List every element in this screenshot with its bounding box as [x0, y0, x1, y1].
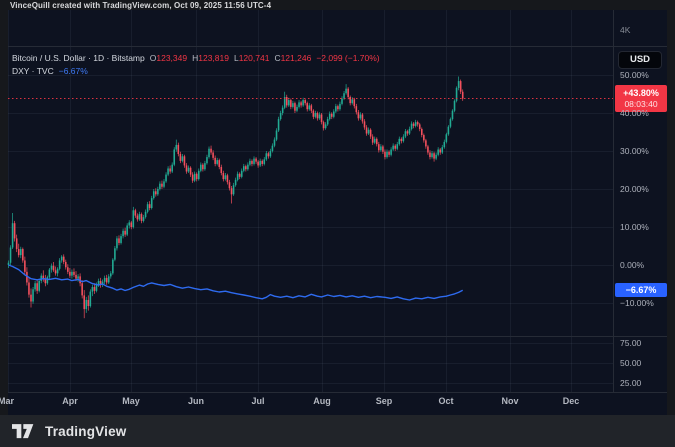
price-axis-tick: 30.00%	[620, 146, 649, 156]
volume-axis-tick: 4K	[620, 25, 630, 35]
lower-pane-axis-tick: 75.00	[620, 338, 641, 348]
time-axis-month-label: Sep	[376, 396, 393, 406]
low-value: 120,741	[239, 53, 270, 63]
price-axis-tick: 0.00%	[620, 260, 644, 270]
currency-toggle-button[interactable]: USD	[618, 51, 662, 69]
price-axis-tick: 40.00%	[620, 108, 649, 118]
symbol-title: Bitcoin / U.S. Dollar · 1D · Bitstamp	[12, 53, 145, 63]
tradingview-logo-icon[interactable]	[12, 424, 36, 439]
change-value: −2,099 (−1.70%)	[316, 53, 379, 63]
time-axis-month-label: Jun	[188, 396, 204, 406]
legend-row-btc[interactable]: Bitcoin / U.S. Dollar · 1D · BitstampO12…	[12, 52, 380, 65]
price-axis-tick: −10.00%	[620, 298, 654, 308]
tradingview-chart-widget: VinceQuill created with TradingView.com,…	[0, 0, 675, 447]
legend: Bitcoin / U.S. Dollar · 1D · BitstampO12…	[12, 52, 380, 78]
footer-bar: TradingView	[0, 415, 675, 447]
time-axis-month-label: Jul	[251, 396, 264, 406]
high-value: 123,819	[198, 53, 229, 63]
close-value: 121,246	[281, 53, 312, 63]
legend-row-dxy[interactable]: DXY · TVC −6.67%	[12, 65, 380, 78]
price-axis-tick: 10.00%	[620, 222, 649, 232]
price-axis-tick: 50.00%	[620, 70, 649, 80]
tradingview-wordmark[interactable]: TradingView	[45, 424, 126, 439]
dxy-price-badge[interactable]: −6.67%	[615, 283, 667, 297]
lower-pane-axis-tick: 25.00	[620, 378, 641, 388]
time-axis-month-label: Oct	[438, 396, 453, 406]
open-value: 123,349	[156, 53, 187, 63]
lower-pane-axis-tick: 50.00	[620, 358, 641, 368]
btc-badge-value: +43.80%	[615, 87, 667, 99]
time-axis-month-label: Mar	[0, 396, 14, 406]
time-axis-month-label: Aug	[313, 396, 331, 406]
time-axis[interactable]: MarAprMayJunJulAugSepOctNovDec	[8, 392, 613, 415]
time-axis-month-label: Nov	[501, 396, 518, 406]
price-axis-tick: 20.00%	[620, 184, 649, 194]
time-axis-month-label: Apr	[62, 396, 78, 406]
time-axis-month-label: May	[122, 396, 140, 406]
compare-change-value: −6.67%	[59, 66, 88, 76]
attribution-text: VinceQuill created with TradingView.com,…	[10, 0, 271, 11]
compare-symbol-title: DXY · TVC	[12, 66, 54, 76]
time-axis-month-label: Dec	[563, 396, 580, 406]
price-axis[interactable]: 4K USD +43.80% 08:03:40 −6.67% 50.00%40.…	[613, 10, 667, 392]
